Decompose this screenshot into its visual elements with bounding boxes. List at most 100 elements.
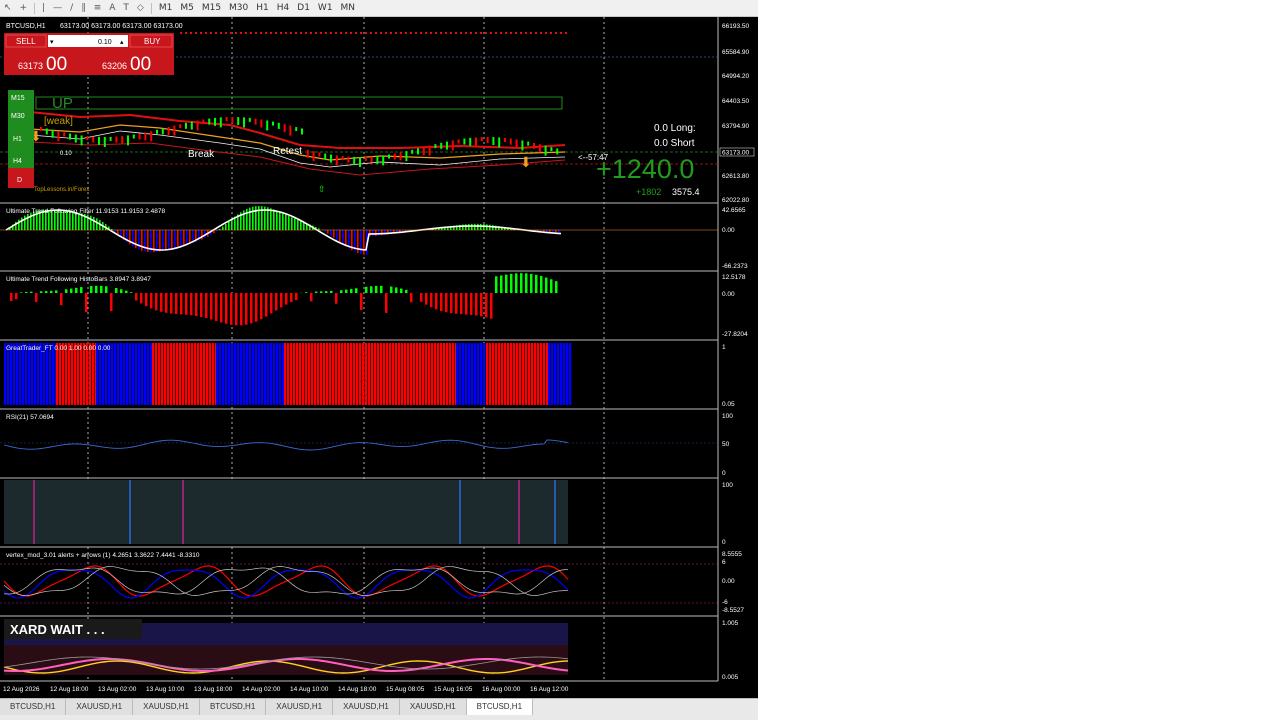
chart-tab[interactable]: BTCUSD,H1 [0, 699, 67, 715]
tf-m15[interactable]: M15 [198, 0, 225, 16]
ind6-scale-6: 6 [722, 559, 726, 566]
candle [457, 139, 460, 144]
histo-bar [535, 274, 538, 293]
chart-tab[interactable]: BTCUSD,H1 [199, 699, 267, 715]
signal-bar [516, 343, 519, 405]
signal-bar [504, 343, 507, 405]
signal-bar [231, 343, 234, 405]
histo-bar [135, 230, 137, 249]
candle [382, 155, 385, 166]
price-scale[interactable]: 66193.50 65584.90 64994.20 64403.50 6379… [719, 23, 755, 681]
candle [504, 137, 506, 142]
histo-bar [75, 212, 77, 230]
lot-size-down-icon[interactable]: ▾ [50, 38, 54, 46]
histo-bar [189, 230, 191, 244]
time-label: 14 Aug 10:00 [290, 686, 329, 693]
buy-price-small[interactable]: 63206 [102, 61, 127, 71]
candle [359, 156, 361, 167]
signal-bar [498, 343, 501, 405]
chart-area[interactable]: ⬇⬇⇧ BTCUSD,H1 63173.00 63173.00 63173.00… [0, 17, 758, 697]
sell-price-big[interactable]: 00 [46, 54, 67, 75]
histo-bar [320, 291, 323, 293]
histo-bar [270, 208, 272, 230]
chart-tab[interactable]: XAUUSD,H1 [66, 699, 134, 715]
ind6-scale-top: 8.5555 [722, 551, 742, 558]
tf-h1[interactable]: H1 [252, 0, 273, 16]
tf-mn[interactable]: MN [337, 0, 360, 16]
lot-size-input[interactable]: 0.10 [98, 39, 112, 46]
signal-bar [150, 343, 153, 405]
histo-bar [336, 230, 338, 240]
histo-bar [186, 230, 188, 245]
candle [254, 118, 257, 125]
tf-d1[interactable]: D1 [293, 0, 314, 16]
cursor-icon[interactable]: ↖ [0, 0, 16, 16]
signal-bar [13, 343, 16, 405]
vertical-line-icon[interactable]: | [38, 0, 49, 16]
histo-bar [245, 293, 248, 325]
signal-bar [419, 343, 422, 405]
chart-ohlc: 63173.00 63173.00 63173.00 63173.00 [60, 23, 183, 30]
signal-bar [569, 343, 572, 405]
signal-bar [141, 343, 144, 405]
signal-bar [179, 343, 182, 405]
histo-bar [40, 291, 43, 293]
time-label: 13 Aug 02:00 [98, 686, 137, 693]
chart-footer: TopLessons.in/Forex [34, 187, 89, 193]
chart-tab[interactable]: BTCUSD,H1 [466, 699, 534, 715]
candle [451, 140, 454, 151]
crosshair-icon[interactable]: + [16, 0, 32, 16]
tf-m5[interactable]: M5 [176, 0, 198, 16]
histo-bar [550, 279, 553, 293]
histo-bar [339, 230, 341, 243]
candle [312, 151, 315, 162]
histo-bar [370, 286, 373, 293]
chart-tab[interactable]: XAUUSD,H1 [133, 699, 200, 715]
tf-h4[interactable]: H4 [273, 0, 294, 16]
histo-bar [205, 293, 208, 319]
signal-bar [546, 343, 549, 405]
signal-bar [311, 343, 314, 405]
histo-bar [162, 230, 164, 251]
tf-m30[interactable]: M30 [225, 0, 252, 16]
tf-m1[interactable]: M1 [155, 0, 177, 16]
lot-size-up-icon[interactable]: ▴ [120, 38, 124, 46]
buy-price-big[interactable]: 00 [130, 54, 151, 75]
time-label: 15 Aug 16:05 [434, 686, 473, 693]
chart-tab[interactable]: XAUUSD,H1 [399, 699, 467, 715]
label-icon[interactable]: T [119, 0, 133, 16]
candle [57, 131, 60, 142]
signal-bar [362, 343, 365, 405]
candle [480, 137, 483, 142]
fibo-icon[interactable]: ≡ [90, 0, 106, 16]
trendline-icon[interactable]: / [66, 0, 77, 16]
signal-bar [237, 343, 240, 405]
sell-price-small[interactable]: 63173 [18, 61, 43, 71]
ind5-scale-top: 100 [722, 482, 733, 489]
time-label: 15 Aug 08:05 [386, 686, 425, 693]
chart-tab[interactable]: XAUUSD,H1 [266, 699, 334, 715]
signal-bar [323, 343, 326, 405]
chart-tabs: BTCUSD,H1 XAUUSD,H1 XAUUSD,H1 BTCUSD,H1 XAUU… [0, 698, 758, 720]
histo-bar [555, 281, 558, 293]
candle [556, 148, 559, 155]
signal-bar [462, 343, 465, 405]
histo-bar [201, 230, 203, 240]
signal-bar [437, 343, 440, 405]
tf-w1[interactable]: W1 [314, 0, 337, 16]
histo-bar [90, 286, 93, 293]
histo-bar [470, 293, 473, 315]
signal-bar [465, 343, 468, 405]
signal-bar [510, 343, 513, 405]
text-icon[interactable]: A [105, 0, 119, 16]
signal-bar [560, 343, 563, 405]
time-axis[interactable]: 12 Aug 2026 12 Aug 18:00 13 Aug 02:00 13… [3, 686, 569, 693]
shapes-icon[interactable]: ◇ [133, 0, 148, 16]
chart-tab[interactable]: XAUUSD,H1 [333, 699, 400, 715]
histo-bar [340, 290, 343, 293]
channel-icon[interactable]: ∥ [77, 0, 90, 16]
signal-bar [34, 343, 37, 405]
time-label: 13 Aug 10:00 [146, 686, 185, 693]
horizontal-line-icon[interactable]: — [49, 0, 66, 16]
signal-bar [170, 343, 173, 405]
